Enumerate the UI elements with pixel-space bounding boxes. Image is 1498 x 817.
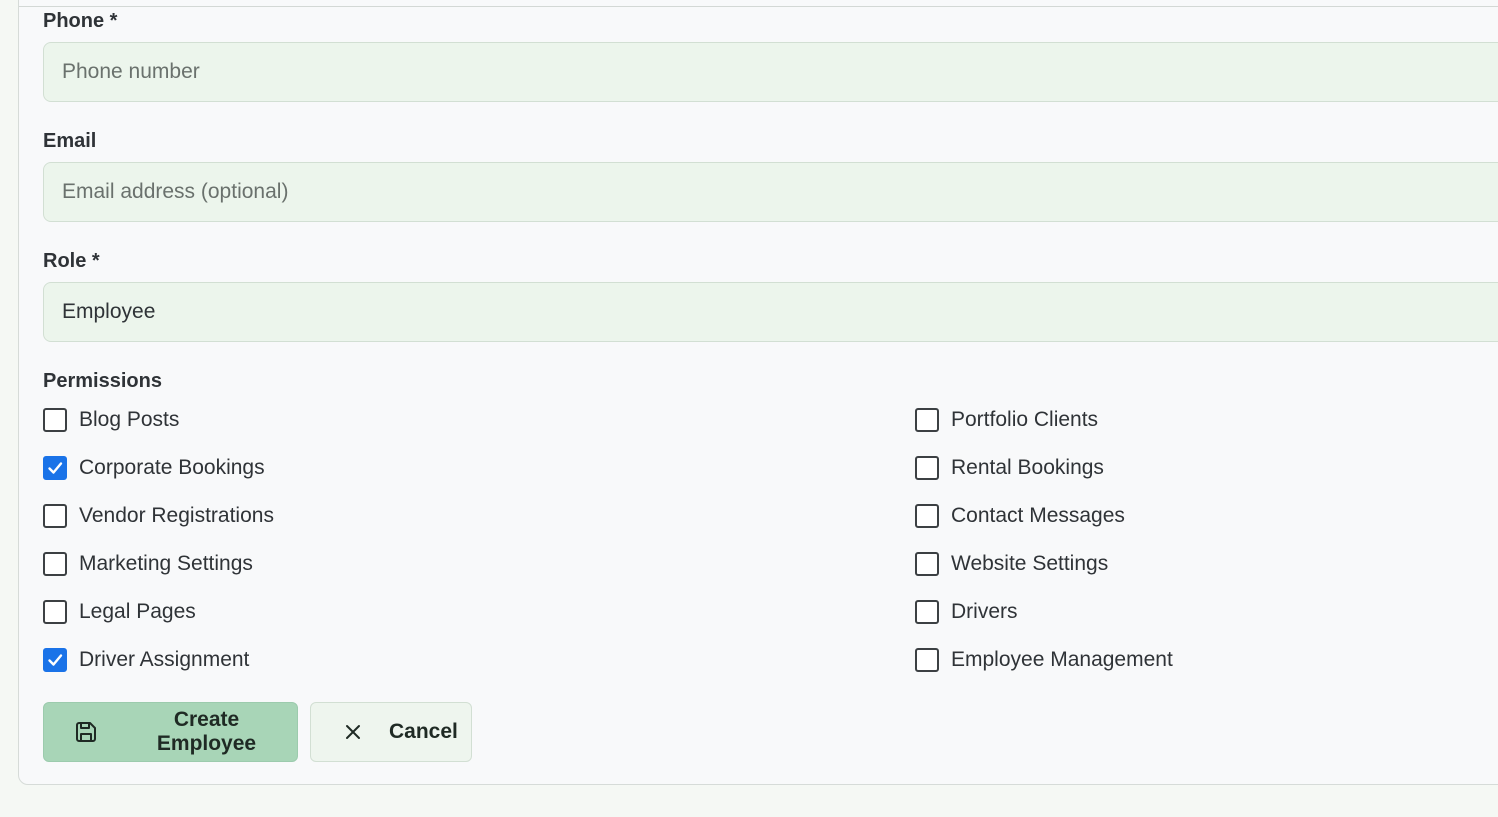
cancel-label: Cancel [389, 720, 458, 743]
permission-label: Drivers [951, 600, 1018, 623]
permission-corporate-bookings[interactable]: Corporate Bookings [43, 450, 274, 498]
permission-checkbox[interactable] [915, 648, 939, 672]
permission-label: Blog Posts [79, 408, 180, 431]
permission-checkbox[interactable] [915, 504, 939, 528]
permission-checkbox[interactable] [915, 552, 939, 576]
role-input[interactable] [43, 282, 1498, 342]
permission-rental-bookings[interactable]: Rental Bookings [915, 450, 1173, 498]
permission-contact-messages[interactable]: Contact Messages [915, 498, 1173, 546]
checkmark-icon [48, 654, 63, 666]
permission-label: Portfolio Clients [951, 408, 1099, 431]
permission-driver-assignment[interactable]: Driver Assignment [43, 642, 274, 690]
permission-label: Marketing Settings [79, 552, 253, 575]
permission-checkbox[interactable] [43, 456, 67, 480]
permissions-left-column: Blog Posts Corporate Bookings Vendor Reg… [43, 402, 274, 690]
permission-checkbox[interactable] [915, 456, 939, 480]
permissions-right-column: Portfolio Clients Rental Bookings Contac… [915, 402, 1173, 690]
permission-drivers[interactable]: Drivers [915, 594, 1173, 642]
permission-checkbox[interactable] [915, 600, 939, 624]
permission-label: Rental Bookings [951, 456, 1104, 479]
permission-legal-pages[interactable]: Legal Pages [43, 594, 274, 642]
permission-checkbox[interactable] [915, 408, 939, 432]
permission-label: Vendor Registrations [79, 504, 274, 527]
create-employee-button[interactable]: Create Employee [43, 702, 298, 762]
permission-employee-management[interactable]: Employee Management [915, 642, 1173, 690]
checkmark-icon [48, 462, 63, 474]
permission-vendor-registrations[interactable]: Vendor Registrations [43, 498, 274, 546]
permission-blog-posts[interactable]: Blog Posts [43, 402, 274, 450]
phone-label: Phone * [43, 10, 118, 32]
permission-portfolio-clients[interactable]: Portfolio Clients [915, 402, 1173, 450]
permissions-heading: Permissions [43, 370, 162, 392]
permission-checkbox[interactable] [43, 552, 67, 576]
save-icon [74, 720, 98, 744]
permission-label: Website Settings [951, 552, 1109, 575]
permission-label: Driver Assignment [79, 648, 250, 671]
permission-checkbox[interactable] [43, 600, 67, 624]
cancel-button[interactable]: Cancel [310, 702, 472, 762]
permission-checkbox[interactable] [43, 648, 67, 672]
permission-checkbox[interactable] [43, 504, 67, 528]
top-divider [19, 6, 1498, 7]
permission-checkbox[interactable] [43, 408, 67, 432]
role-label: Role * [43, 250, 100, 272]
permission-marketing-settings[interactable]: Marketing Settings [43, 546, 274, 594]
email-label: Email [43, 130, 97, 152]
employee-form-card: Phone * Email Role * Permissions Blog Po… [18, 0, 1498, 785]
permission-label: Corporate Bookings [79, 456, 265, 479]
close-icon [341, 720, 365, 744]
permission-website-settings[interactable]: Website Settings [915, 546, 1173, 594]
phone-input[interactable] [43, 42, 1498, 102]
permission-label: Contact Messages [951, 504, 1125, 527]
email-input[interactable] [43, 162, 1498, 222]
permission-label: Employee Management [951, 648, 1173, 671]
create-employee-label: Create Employee [156, 708, 257, 755]
permission-label: Legal Pages [79, 600, 196, 623]
